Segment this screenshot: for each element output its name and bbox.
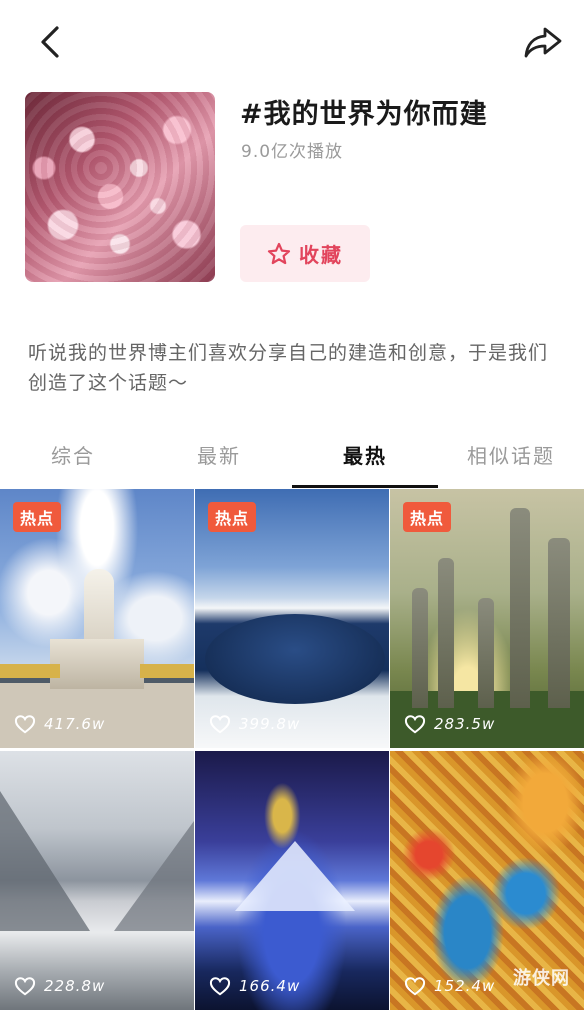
heart-icon bbox=[14, 715, 36, 734]
hot-badge: 热点 bbox=[208, 502, 256, 532]
roof-thumbnail-detail bbox=[140, 664, 194, 678]
video-card[interactable]: 228.8w bbox=[0, 751, 194, 1010]
tab-overview[interactable]: 综合 bbox=[0, 432, 146, 488]
like-count: 283.5w bbox=[404, 714, 495, 734]
spire-thumbnail-detail bbox=[412, 588, 428, 708]
like-count-text: 166.4w bbox=[239, 977, 301, 995]
snow-peak-thumbnail-detail bbox=[235, 841, 355, 911]
like-count-text: 228.8w bbox=[44, 977, 106, 995]
share-arrow-icon bbox=[524, 27, 562, 58]
heart-icon bbox=[209, 715, 231, 734]
hot-badge: 热点 bbox=[13, 502, 61, 532]
play-count: 9.0亿次播放 bbox=[241, 142, 344, 162]
video-card[interactable]: 152.4w 游侠网 bbox=[390, 751, 584, 1010]
tab-similar-topics[interactable]: 相似话题 bbox=[438, 432, 584, 488]
topic-description: 听说我的世界博主们喜欢分享自己的建造和创意，于是我们创造了这个话题～ bbox=[28, 342, 549, 394]
tab-bar: 综合 最新 最热 相似话题 bbox=[0, 432, 584, 488]
like-count: 152.4w bbox=[404, 976, 495, 996]
like-count-text: 152.4w bbox=[434, 977, 496, 995]
lake-thumbnail-detail bbox=[205, 614, 385, 704]
like-count-text: 417.6w bbox=[44, 715, 106, 733]
topic-title: #我的世界为你而建 bbox=[240, 99, 488, 130]
like-count-text: 283.5w bbox=[434, 715, 496, 733]
mountain-thumbnail-detail bbox=[0, 791, 90, 931]
top-bar bbox=[0, 0, 584, 80]
roof-thumbnail-detail bbox=[0, 664, 60, 678]
tab-hottest[interactable]: 最热 bbox=[292, 432, 438, 488]
statue-thumbnail-detail bbox=[84, 569, 114, 644]
favorite-button[interactable]: 收藏 bbox=[240, 225, 370, 282]
topic-cover-image bbox=[25, 92, 215, 282]
spire-thumbnail-detail bbox=[510, 508, 530, 708]
site-watermark: 游侠网 bbox=[513, 968, 570, 989]
video-card[interactable]: 166.4w bbox=[195, 751, 389, 1010]
temple-thumbnail-detail bbox=[50, 639, 144, 689]
like-count: 228.8w bbox=[14, 976, 105, 996]
spire-thumbnail-detail bbox=[478, 598, 494, 708]
tab-latest[interactable]: 最新 bbox=[146, 432, 292, 488]
video-card[interactable]: 热点 399.8w bbox=[195, 489, 389, 748]
favorite-label: 收藏 bbox=[299, 243, 343, 267]
back-button[interactable] bbox=[28, 22, 72, 62]
spire-thumbnail-detail bbox=[548, 538, 570, 708]
star-outline-icon bbox=[267, 242, 291, 264]
heart-icon bbox=[14, 977, 36, 996]
like-count: 417.6w bbox=[14, 714, 105, 734]
video-card[interactable]: 热点 417.6w bbox=[0, 489, 194, 748]
heart-icon bbox=[404, 977, 426, 996]
heart-icon bbox=[209, 977, 231, 996]
like-count: 399.8w bbox=[209, 714, 300, 734]
spire-thumbnail-detail bbox=[438, 558, 454, 708]
hot-badge: 热点 bbox=[403, 502, 451, 532]
mountain-thumbnail-detail bbox=[114, 821, 194, 931]
like-count: 166.4w bbox=[209, 976, 300, 996]
heart-icon bbox=[404, 715, 426, 734]
chevron-left-icon bbox=[41, 26, 59, 58]
video-grid: 热点 417.6w 热点 399.8w 热点 283.5w 228.8w 166… bbox=[0, 489, 584, 1012]
share-button[interactable] bbox=[518, 22, 568, 62]
like-count-text: 399.8w bbox=[239, 715, 301, 733]
video-card[interactable]: 热点 283.5w bbox=[390, 489, 584, 748]
